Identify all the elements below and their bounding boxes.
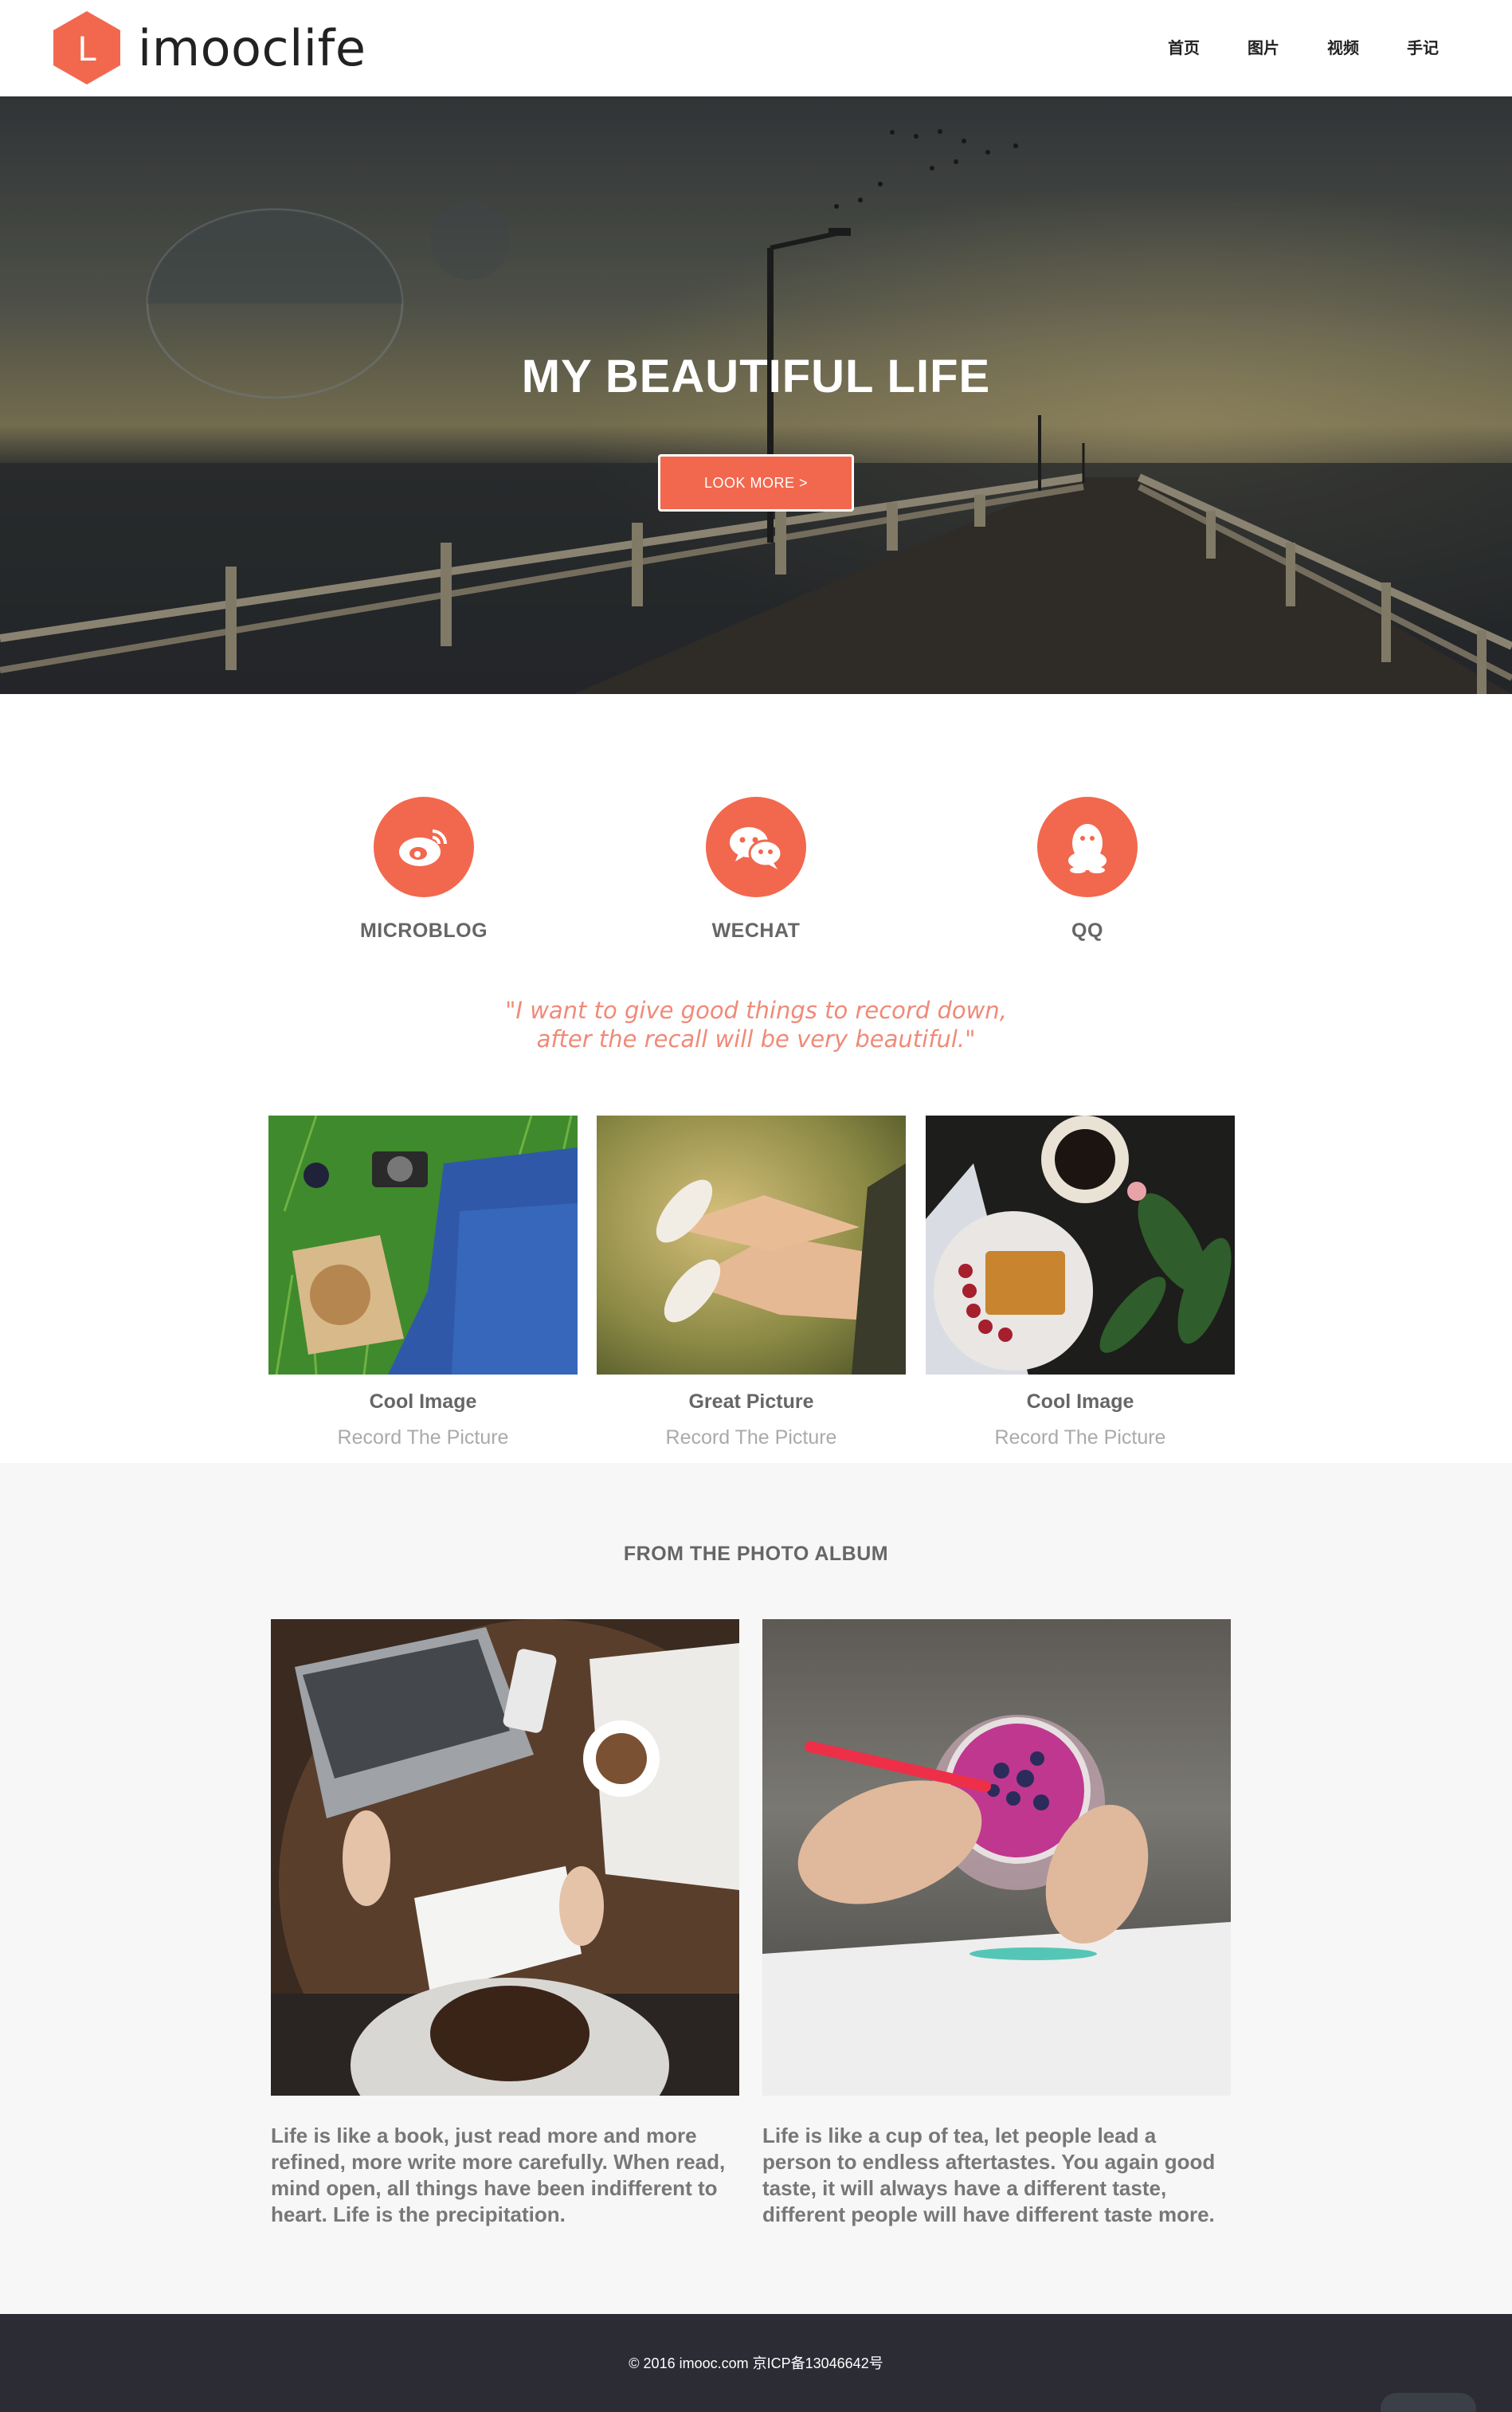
card-subtitle: Record The Picture xyxy=(337,1426,509,1449)
look-more-button[interactable]: LOOK MORE > xyxy=(658,454,854,512)
svg-text:L: L xyxy=(77,29,96,69)
main-nav: 首页 图片 视频 手记 xyxy=(1168,35,1439,58)
album-title: FROM THE PHOTO ALBUM xyxy=(623,1543,889,1565)
card-image-sneakers[interactable] xyxy=(597,1116,906,1375)
album-item-book[interactable]: Life is like a book, just read more and … xyxy=(271,1619,739,2228)
weibo-icon xyxy=(374,797,474,897)
social-microblog[interactable]: MICROBLOG xyxy=(304,797,543,943)
card-cool-image-1[interactable]: Cool Image Record The Picture xyxy=(268,1116,578,1449)
card-image-camera-grass[interactable] xyxy=(268,1116,578,1375)
hero-title: MY BEAUTIFUL LIFE xyxy=(521,351,991,402)
logo[interactable]: L imooclife xyxy=(50,10,366,86)
floating-widget[interactable] xyxy=(1381,2393,1476,2412)
album-text-book: Life is like a book, just read more and … xyxy=(271,2124,726,2226)
nav-item-pictures[interactable]: 图片 xyxy=(1248,35,1279,58)
card-image-waffle-coffee[interactable] xyxy=(926,1116,1235,1375)
social-label-qq: QQ xyxy=(1071,920,1103,942)
logo-text: imooclife xyxy=(138,18,366,77)
social-wechat[interactable]: WECHAT xyxy=(637,797,875,943)
card-title: Cool Image xyxy=(1026,1390,1134,1413)
album-text-tea: Life is like a cup of tea, let people le… xyxy=(762,2124,1216,2226)
quote-line-2: after the recall will be very beautiful.… xyxy=(536,1026,976,1053)
nav-item-videos[interactable]: 视频 xyxy=(1327,35,1359,58)
album-image-desk-laptop[interactable] xyxy=(271,1619,739,2096)
social-label-microblog: MICROBLOG xyxy=(359,920,488,942)
site-footer: © 2016 imooc.com 京ICP备13046642号 xyxy=(0,2314,1512,2412)
social-label-wechat: WECHAT xyxy=(711,920,801,942)
nav-item-home[interactable]: 首页 xyxy=(1168,35,1200,58)
quote: "I want to give good things to record do… xyxy=(0,996,1512,1053)
logo-hexagon-icon: L xyxy=(53,11,120,84)
qq-icon xyxy=(1037,797,1138,897)
hero-banner: MY BEAUTIFUL LIFE LOOK MORE > xyxy=(0,96,1512,694)
site-header: L imooclife 首页 图片 视频 手记 xyxy=(0,0,1512,96)
card-title: Cool Image xyxy=(369,1390,477,1413)
card-title: Great Picture xyxy=(688,1390,814,1413)
nav-item-notes[interactable]: 手记 xyxy=(1407,35,1439,58)
card-great-picture[interactable]: Great Picture Record The Picture xyxy=(597,1116,906,1449)
photo-album-section: FROM THE PHOTO ALBUM Life is like a book… xyxy=(0,1463,1512,2314)
album-item-tea[interactable]: Life is like a cup of tea, let people le… xyxy=(762,1619,1231,2228)
card-subtitle: Record The Picture xyxy=(994,1426,1166,1449)
wechat-icon xyxy=(706,797,806,897)
card-cool-image-2[interactable]: Cool Image Record The Picture xyxy=(926,1116,1235,1449)
card-subtitle: Record The Picture xyxy=(665,1426,837,1449)
quote-line-1: "I want to give good things to record do… xyxy=(505,997,1007,1024)
album-image-smoothie[interactable] xyxy=(762,1619,1231,2096)
social-qq[interactable]: QQ xyxy=(968,797,1207,943)
copyright-text: © 2016 imooc.com 京ICP备13046642号 xyxy=(629,2355,883,2371)
